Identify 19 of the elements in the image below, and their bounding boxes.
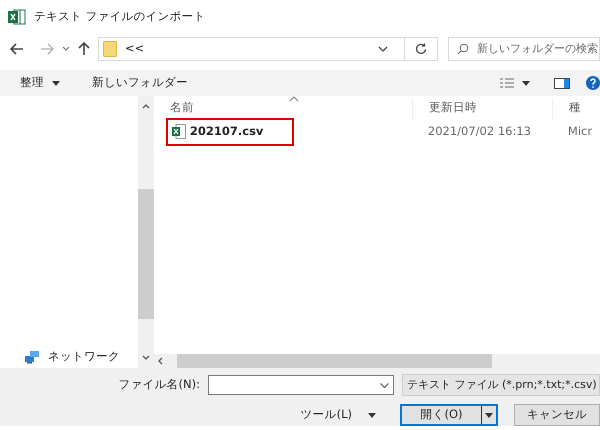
file-type-dropdown[interactable]: テキスト ファイル (*.prn;*.txt;*.csv) bbox=[402, 374, 600, 396]
tools-menu[interactable]: ツール(L) bbox=[300, 406, 352, 424]
open-button[interactable]: 開く(O) bbox=[400, 404, 498, 426]
organize-menu[interactable]: 整理 bbox=[20, 74, 44, 92]
cancel-button[interactable]: キャンセル bbox=[514, 404, 600, 426]
modified-date: 2021/07/02 16:13 bbox=[428, 124, 531, 138]
file-type-text: テキスト ファイル (*.prn;*.txt;*.csv) bbox=[407, 376, 597, 393]
search-field[interactable]: 新しいフォルダーの検索 bbox=[448, 37, 600, 61]
address-field[interactable]: << bbox=[98, 37, 438, 61]
highlight-frame[interactable]: 202107.csv bbox=[168, 120, 292, 144]
new-folder-button[interactable]: 新しいフォルダー bbox=[84, 74, 188, 92]
column-header[interactable]: 更新日時 bbox=[428, 100, 477, 114]
column-header[interactable]: 種 bbox=[568, 100, 581, 114]
file-type: Micr bbox=[568, 124, 592, 138]
file-name-label: ファイル名(N): bbox=[118, 376, 200, 394]
column-header[interactable]: 名前 bbox=[170, 100, 194, 114]
window-title: テキスト ファイルのインポート bbox=[34, 8, 206, 26]
file-name: 202107.csv bbox=[190, 123, 264, 140]
sidebar-item[interactable]: ネットワーク bbox=[48, 348, 120, 366]
